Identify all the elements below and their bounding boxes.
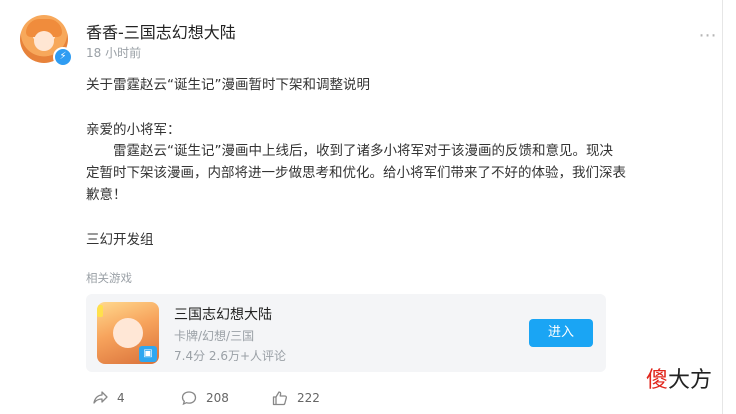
- thumbs-up-icon: [272, 391, 288, 406]
- game-name[interactable]: 三国志幻想大陆: [174, 304, 272, 324]
- right-border: [722, 0, 723, 414]
- site-watermark: 傻大方: [646, 362, 712, 394]
- post-signature: 三幻开发组: [86, 232, 154, 248]
- avatar-face: [34, 31, 54, 51]
- more-options-icon[interactable]: ⋯: [697, 26, 717, 46]
- post-title: 关于雷霆赵云“诞生记”漫画暂时下架和调整说明: [86, 77, 370, 93]
- like-count: 222: [297, 391, 320, 405]
- post-time: 18 小时前: [86, 46, 142, 60]
- post-greeting: 亲爱的小将军：: [86, 122, 181, 138]
- author-name[interactable]: 香香-三国志幻想大陆: [86, 19, 236, 43]
- enter-game-button[interactable]: 进入: [529, 319, 593, 347]
- share-icon: [93, 391, 108, 404]
- post-body: 雷霆赵云“诞生记”漫画中上线后，收到了诸多小将军对于该漫画的反馈和意见。现决定暂…: [86, 140, 626, 206]
- watermark-text: 大方: [668, 368, 713, 393]
- share-action[interactable]: 4: [92, 389, 125, 407]
- comment-count: 208: [206, 391, 229, 405]
- comment-action[interactable]: 208: [181, 389, 229, 407]
- watermark-red-char: 傻: [646, 368, 669, 393]
- verified-icon: ⚡: [53, 47, 73, 67]
- share-count: 4: [117, 391, 125, 405]
- tv-icon: ▣: [139, 346, 157, 362]
- game-icon[interactable]: ▣: [97, 302, 159, 364]
- related-game-card[interactable]: ▣ 三国志幻想大陆 卡牌/幻想/三国 7.4分 2.6万+人评论 进入: [86, 294, 606, 372]
- post-body-text: 雷霆赵云“诞生记”漫画中上线后，收到了诸多小将军对于该漫画的反馈和意见。现决定暂…: [86, 143, 626, 203]
- game-icon-badge: [97, 305, 103, 317]
- game-rating: 7.4分 2.6万+人评论: [174, 349, 287, 363]
- game-tags: 卡牌/幻想/三国: [174, 329, 255, 343]
- comment-icon: [181, 391, 197, 406]
- related-games-label: 相关游戏: [86, 271, 132, 285]
- game-icon-character: [113, 318, 143, 348]
- like-action[interactable]: 222: [272, 389, 320, 407]
